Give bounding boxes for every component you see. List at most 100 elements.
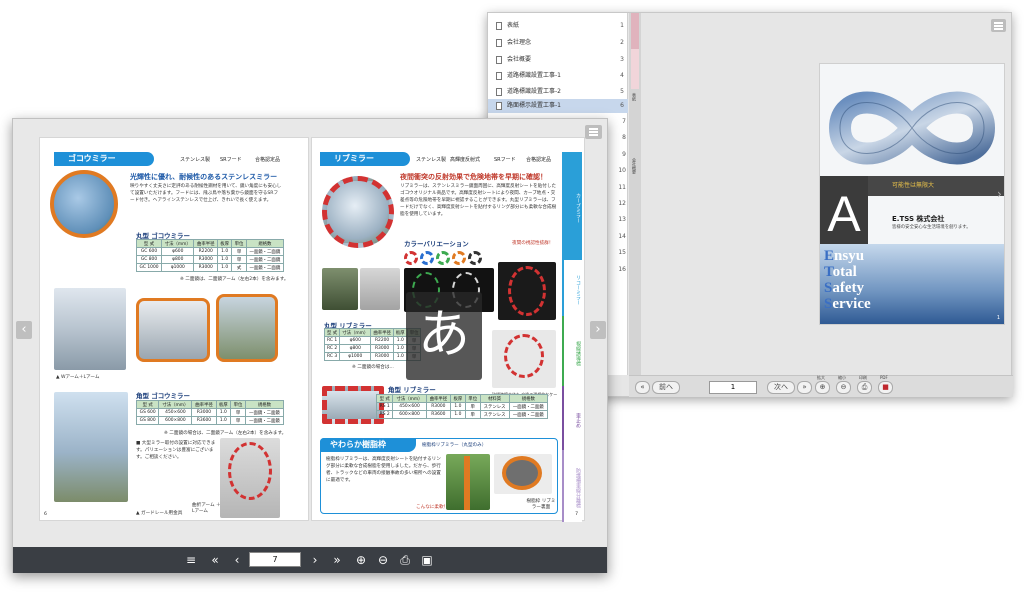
night-photo [322, 268, 358, 310]
letter-block: A [820, 176, 868, 252]
headline: 光輝性に優れ、耐候性のあるステンレスミラー [130, 173, 278, 181]
ensyu-total-safety-service: Ensyu Total Safety Service [824, 248, 871, 312]
color-swatch [404, 251, 418, 265]
toc-item[interactable]: 表紙 1 [488, 19, 628, 33]
photo-caption: 曲折アーム ＋Lアーム [192, 503, 221, 514]
toc-page-numbers: 7 8 9 10 11 12 13 14 15 16 [618, 118, 626, 273]
section-header: リブミラー [320, 152, 410, 166]
spec-table: 型 式寸法（mm） 曲率半径 板厚 単位 規格数 GC 600 φ600 R2200 1.0 単… [135, 239, 285, 272]
rib-mirror-photo [322, 176, 394, 248]
subsection-title: 角型 リブミラー [388, 386, 436, 394]
next-page-button[interactable]: 次へ [767, 381, 795, 394]
zoom-in-icon[interactable]: ⊕ [353, 552, 369, 568]
last-page-icon[interactable]: » [329, 552, 345, 568]
menu-icon[interactable] [585, 125, 602, 139]
prev-page-icon[interactable]: ‹ [229, 552, 245, 568]
table-note: ※ 二面鏡は、二面鏡アーム（左右2本）を含みます。 [180, 277, 289, 282]
pdf-button[interactable]: ■ [878, 381, 893, 394]
document-icon [496, 72, 502, 80]
pdf-caption: PDF [880, 375, 888, 380]
color-swatch [436, 251, 450, 265]
toc-item[interactable]: 道路標識設置工事-2 5 [488, 85, 628, 99]
table-row: GS 600 450×600 R3000 1.0 単一面鏡・二面鏡 [135, 408, 285, 417]
cover-page-number: 1 [996, 315, 1000, 321]
spec-table: 型 式寸法（mm） 曲率半径 板厚 単位 規格数 GS 600 450×600 R3000 1… [135, 400, 285, 425]
tag: ステンレス製 [180, 157, 211, 163]
print-icon[interactable]: ⎙ [397, 552, 413, 568]
toc-item-selected[interactable]: 路面標示設置工事-1 6 [488, 99, 628, 113]
company-subtitle: 皆様の安全安心な生活環境を創ります。 [892, 225, 971, 230]
page-number-input[interactable]: 7 [249, 552, 301, 567]
table-note: ※ 二面鏡の場合は、二面鏡アーム（左右2本）を含みます。 [164, 431, 287, 436]
tag: SRフード [494, 157, 516, 163]
table-row: RS 2 600×800 R3600 1.0 単ステンレス 一面鏡・二面鏡 [375, 410, 549, 419]
last-page-button[interactable]: » [797, 381, 812, 394]
catalog-page-left: ゴコウミラー ステンレス製 SRフード 合格認定品 光輝性に優れ、耐候性のあるス… [39, 137, 309, 521]
back-toolbar: « 前へ 1 次へ » 拡大 ⊕ 縮小 ⊖ 印刷 ⎙ PDF ■ [629, 375, 1013, 397]
zoom-out-icon[interactable]: ⊖ [375, 552, 391, 568]
front-toolbar: ≡ « ‹ 7 › » ⊕ ⊖ ⎙ ▣ [13, 547, 607, 573]
ime-character-overlay: あ [406, 292, 482, 380]
first-page-button[interactable]: « [635, 381, 650, 394]
side-tab[interactable]: 車止め [562, 386, 582, 450]
download-icon[interactable]: ▣ [419, 552, 435, 568]
section-header: ゴコウミラー [54, 152, 154, 166]
table-note: ※ 二面鏡の場合は... [352, 365, 394, 370]
tag: 合格認定品 [526, 157, 552, 163]
prev-spread-button[interactable]: ‹ [16, 321, 32, 339]
page-number-input[interactable]: 1 [709, 381, 757, 394]
thumbnail-list-icon[interactable]: ≡ [183, 552, 199, 568]
orange-pole [464, 456, 470, 510]
front-viewer-window: ‹ › ゴコウミラー ステンレス製 SRフード 合格認定品 光輝性に優れ、耐候性… [12, 118, 608, 573]
next-spread-button[interactable]: › [590, 321, 606, 339]
table-row: GC 600 φ600 R2200 1.0 単一面鏡・二面鏡 [135, 247, 285, 256]
subsection-title: 角型 ゴコウミラー [136, 392, 191, 400]
document-icon [496, 39, 502, 47]
square-rib-mirror-photo [322, 386, 384, 424]
side-tab[interactable]: カーブミラー [562, 152, 582, 260]
mirror-back [502, 456, 542, 490]
photo-caption: ▲ Wアーム＋Lアーム [56, 375, 100, 380]
spec-table: 型 式寸法（mm） 曲率半径 板厚 単位 材料質 規格数 RS 1 450×600 R3000… [375, 394, 549, 419]
toc-item[interactable]: 会社理念 2 [488, 36, 628, 50]
menu-icon[interactable] [991, 19, 1006, 32]
strip-label: 会社概要 [632, 158, 637, 174]
strip-label: 表紙 [632, 93, 637, 101]
color-swatch [468, 251, 482, 265]
soft-frame-subtitle: 樹脂枠リブミラー（丸型のみ） [422, 443, 487, 448]
cover-page: A 可能性は無限大 E.TSS 株式会社 皆様の安全安心な生活環境を創ります。 … [819, 63, 1005, 325]
next-page-icon[interactable]: › [307, 552, 323, 568]
zoom-in-button[interactable]: ⊕ [815, 381, 830, 394]
color-note: 夜間の視認性抜群！ [512, 241, 554, 246]
next-page-arrow-icon[interactable]: › [997, 187, 1002, 201]
side-tab[interactable]: 防護柵車線分離標 [562, 450, 582, 522]
bullet-note: ■ 大型ミラー取付の設置に対応できます。パリエーションは豊富にございます。ご相談… [136, 441, 216, 460]
color-swatch [452, 251, 466, 265]
striped-mirror-frame [504, 334, 544, 378]
toc-item[interactable]: 会社概要 3 [488, 53, 628, 67]
color-swatch [420, 251, 434, 265]
table-row: RS 1 450×600 R3000 1.0 単ステンレス 一面鏡・二面鏡 [375, 402, 549, 411]
page-number: 7 [575, 512, 578, 517]
square-mirror-photo [136, 298, 210, 362]
zoom-out-button[interactable]: ⊖ [836, 381, 851, 394]
thumbnail-strip[interactable]: 表紙 会社概要 [629, 13, 641, 375]
prev-page-button[interactable]: 前へ [652, 381, 680, 394]
round-mirror-photo [50, 170, 118, 238]
toc-item[interactable]: 道路標識設置工事-1 4 [488, 69, 628, 83]
mirror-photo [360, 268, 400, 310]
strip-band [631, 13, 639, 49]
first-page-icon[interactable]: « [207, 552, 223, 568]
photo-caption: ▲ ガードレール用金具 [136, 511, 183, 516]
soft-note: こんなに柔軟！ [416, 505, 449, 510]
document-icon [496, 88, 502, 96]
tag: 高輝度反射式 [450, 157, 481, 163]
page-number: 6 [44, 512, 47, 517]
night-ring [508, 266, 546, 316]
document-icon [496, 102, 502, 110]
w-arm-photo [54, 288, 126, 370]
side-tab[interactable]: リコーミラー [562, 260, 582, 316]
strip-band [631, 49, 639, 89]
print-button[interactable]: ⎙ [857, 381, 872, 394]
side-tab[interactable]: 視線誘導標 [562, 316, 582, 386]
